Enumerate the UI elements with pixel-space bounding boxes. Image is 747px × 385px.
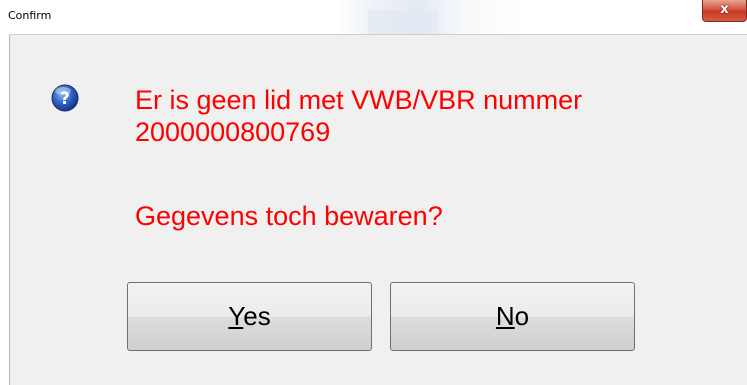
svg-text:?: ?	[60, 89, 70, 109]
message-question: Gegevens toch bewaren?	[135, 201, 443, 231]
close-button[interactable]: x	[702, 0, 747, 22]
no-button-label: o	[514, 301, 530, 331]
yes-button[interactable]: Yes	[127, 282, 372, 351]
question-icon: ?	[51, 84, 79, 112]
no-button[interactable]: No	[390, 282, 635, 351]
no-button-mnemonic: N	[495, 301, 515, 331]
title-bar-glow	[368, 10, 438, 34]
message-member-number: 2000000800769	[135, 117, 331, 147]
close-icon: x	[720, 2, 729, 17]
yes-button-label: es	[243, 301, 271, 331]
yes-button-mnemonic: Y	[228, 301, 244, 331]
title-bar[interactable]: Confirm x	[0, 0, 747, 34]
confirm-dialog-window: Confirm x ? Er is geen lid met VWB/VBR n…	[0, 0, 747, 385]
message-line-1: Er is geen lid met VWB/VBR nummer	[135, 85, 583, 115]
window-title: Confirm	[8, 9, 52, 22]
